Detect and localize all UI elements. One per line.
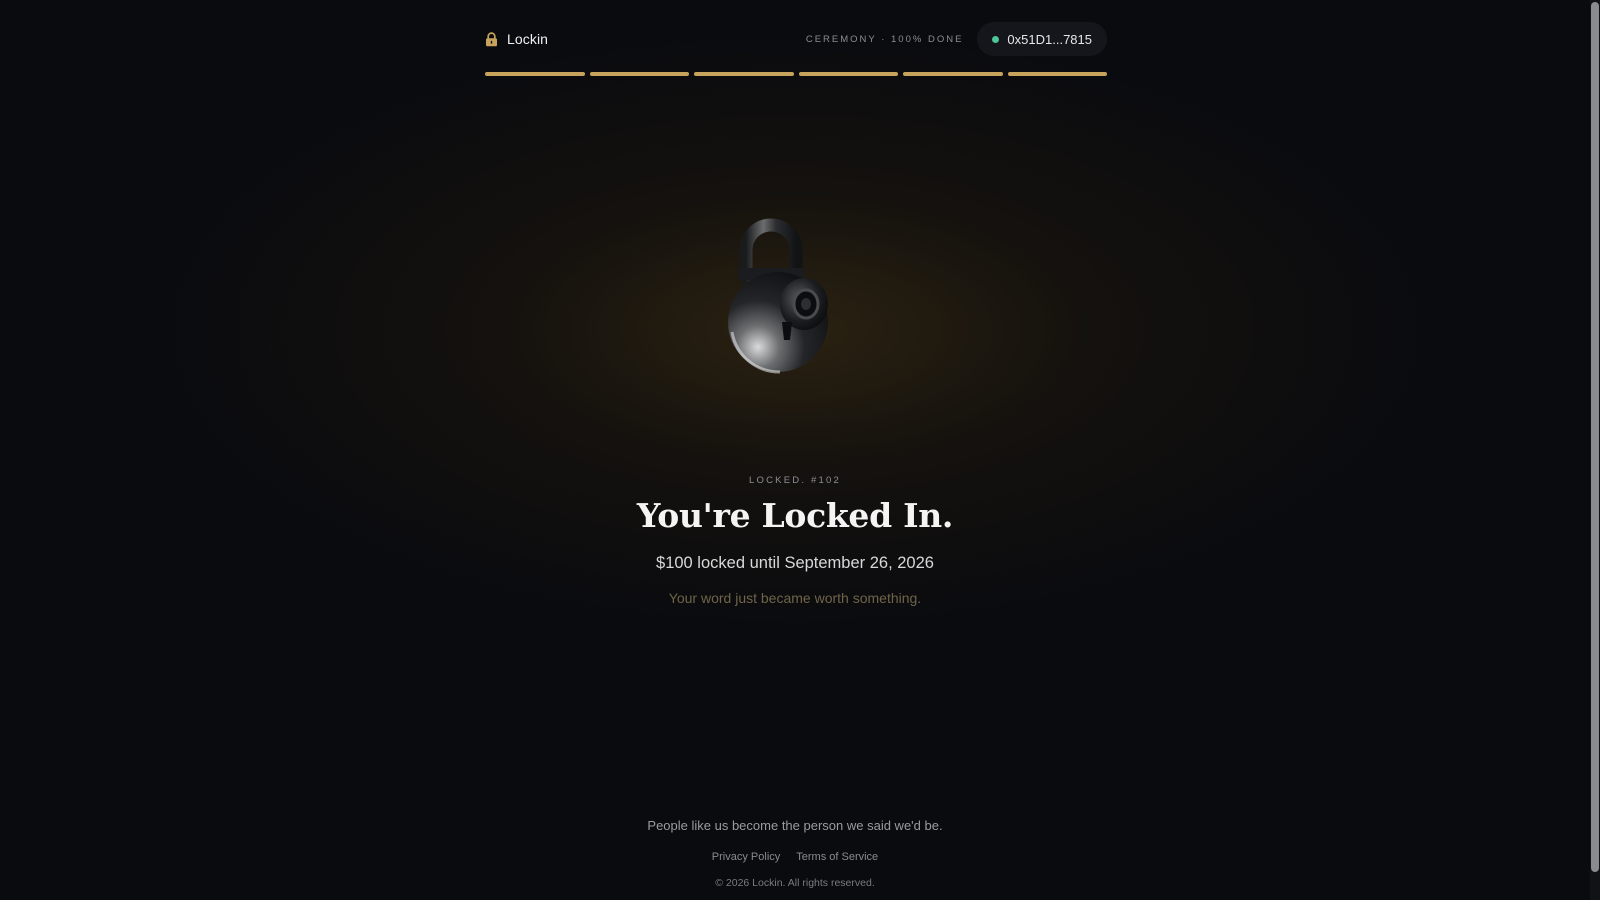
wallet-button[interactable]: 0x51D1...7815 <box>977 22 1107 56</box>
copyright: © 2026 Lockin. All rights reserved. <box>715 877 875 889</box>
top-bar: Lockin CEREMONY · 100% DONE 0x51D1...781… <box>485 22 1107 56</box>
footer-links: Privacy Policy Terms of Service <box>0 851 1590 863</box>
progress-segment <box>485 72 585 76</box>
padlock-illustration <box>720 212 850 382</box>
wallet-connected-dot-icon <box>992 35 1000 43</box>
ceremony-status: CEREMONY · 100% DONE <box>805 33 964 45</box>
ceremony-progress-bar <box>485 72 1107 76</box>
footer-quote: People like us become the person we said… <box>647 818 943 833</box>
scrollbar-thumb[interactable] <box>1591 2 1599 872</box>
page-scrollbar[interactable] <box>1590 0 1600 900</box>
page-title: You're Locked In. <box>636 496 954 535</box>
lock-id-label: LOCKED. #102 <box>749 475 841 486</box>
tagline: Your word just became worth something. <box>668 590 922 606</box>
progress-segment <box>694 72 794 76</box>
progress-segment <box>798 72 898 76</box>
brand-logo-link[interactable]: Lockin <box>485 31 548 47</box>
terms-of-service-link[interactable]: Terms of Service <box>796 851 878 863</box>
progress-segment <box>589 72 689 76</box>
lock-summary: $100 locked until September 26, 2026 <box>656 554 934 572</box>
wallet-address: 0x51D1...7815 <box>1007 31 1092 47</box>
lock-icon <box>485 31 498 47</box>
header-right: CEREMONY · 100% DONE 0x51D1...7815 <box>806 22 1107 56</box>
progress-segment <box>903 72 1003 76</box>
progress-segment <box>1007 72 1107 76</box>
page: Lockin CEREMONY · 100% DONE 0x51D1...781… <box>0 0 1600 900</box>
privacy-policy-link[interactable]: Privacy Policy <box>712 851 780 863</box>
brand-name: Lockin <box>507 31 549 47</box>
